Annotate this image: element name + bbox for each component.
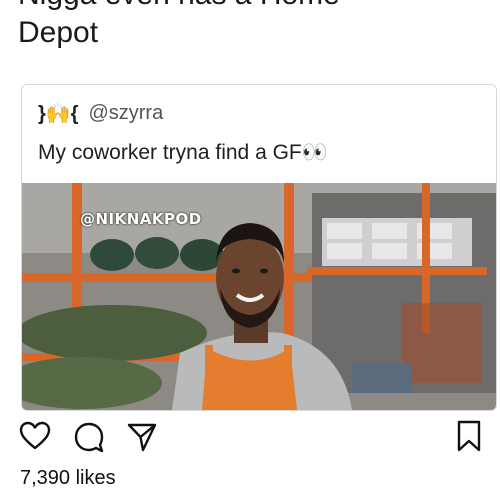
caption-line-2: Depot	[18, 16, 99, 49]
comment-icon[interactable]	[73, 421, 105, 458]
tweet-text: My coworker tryna find a GF👀	[38, 141, 328, 164]
tweet-handle[interactable]: @szyrra	[88, 102, 163, 125]
post-action-bar	[0, 412, 500, 462]
photo-watermark: @NIKNAKPOD	[80, 210, 202, 228]
likes-count[interactable]: 7,390 likes	[20, 467, 116, 490]
share-icon[interactable]	[126, 421, 158, 458]
heart-icon[interactable]	[19, 421, 51, 456]
bookmark-icon[interactable]	[456, 419, 482, 458]
caption-line-1: Nigga even has a Home	[18, 0, 340, 14]
embedded-tweet-card[interactable]: }🙌{ @szyrra My coworker tryna find a GF👀	[21, 84, 497, 411]
post-caption: Nigga even has a Home Depot	[18, 0, 340, 52]
tweet-photo[interactable]: @NIKNAKPOD	[22, 183, 496, 410]
tweet-display-name: }🙌{	[38, 103, 79, 125]
tweet-header: }🙌{ @szyrra	[38, 101, 163, 126]
